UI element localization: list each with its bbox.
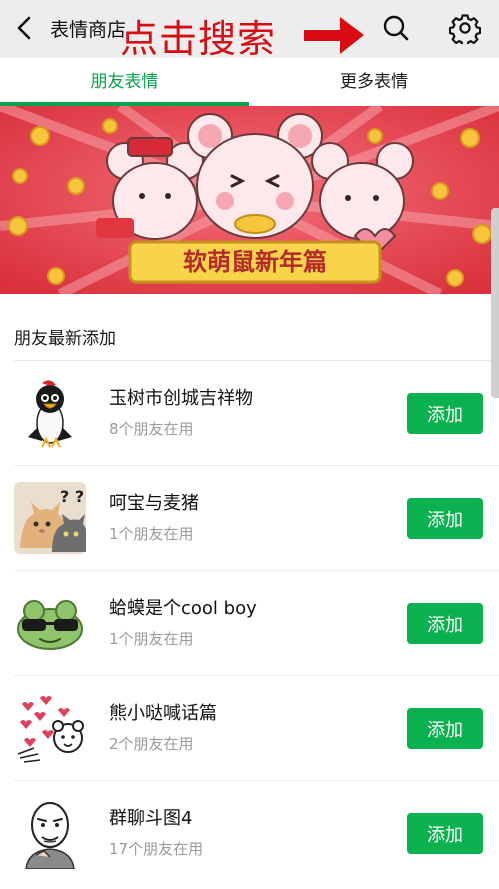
banner-caption: 软萌鼠新年篇 — [183, 248, 327, 276]
sticker-row[interactable]: 熊小哒喊话篇 2个朋友在用 添加 — [0, 676, 499, 781]
sticker-name: 玉树市创城吉祥物 — [109, 388, 253, 409]
sticker-user-count: 1个朋友在用 — [109, 525, 194, 543]
sticker-row[interactable]: ? ? 呵宝与麦猪 1个朋友在用 添加 — [0, 466, 499, 571]
promo-banner[interactable]: 软萌鼠新年篇 — [0, 106, 499, 294]
add-button[interactable]: 添加 — [407, 393, 483, 434]
search-icon — [383, 15, 409, 41]
sticker-name: 蛤蟆是个cool boy — [109, 598, 257, 619]
sticker-user-count: 2个朋友在用 — [109, 735, 194, 753]
friends-latest-section: 朋友最新添加 玉树市创城吉祥物 8个朋友在用 添加 ? ? 呵宝与麦猪 1个朋友… — [0, 294, 499, 889]
annotation-text: 点击搜索 — [120, 17, 277, 61]
tab-more-stickers[interactable]: 更多表情 — [249, 58, 499, 106]
sticker-row[interactable]: 玉树市创城吉祥物 8个朋友在用 添加 — [0, 361, 499, 466]
sticker-user-count: 8个朋友在用 — [109, 420, 194, 438]
tab-friends-stickers[interactable]: 朋友表情 — [0, 58, 249, 106]
sticker-user-count: 1个朋友在用 — [109, 630, 194, 648]
section-title: 朋友最新添加 — [14, 329, 116, 349]
meme-face-icon — [14, 797, 86, 870]
settings-button[interactable] — [448, 12, 482, 47]
sticker-name: 熊小哒喊话篇 — [109, 703, 217, 724]
gear-icon — [448, 14, 482, 47]
sticker-row[interactable]: 群聊斗图4 17个朋友在用 添加 — [0, 781, 499, 886]
page-title: 表情商店 — [50, 19, 127, 41]
sticker-user-count: 17个朋友在用 — [109, 840, 204, 858]
add-button[interactable]: 添加 — [407, 603, 483, 644]
back-button[interactable] — [10, 12, 40, 44]
banner-mice-illustration: 软萌鼠新年篇 — [0, 106, 499, 294]
sticker-name: 呵宝与麦猪 — [109, 493, 199, 514]
frog-sunglasses-icon — [14, 587, 86, 659]
bird-mascot-icon — [14, 377, 86, 449]
top-bar: 表情商店 点击搜索 — [0, 0, 499, 61]
bear-hearts-icon — [14, 692, 86, 764]
svg-text:? ?: ? ? — [60, 487, 84, 506]
add-button[interactable]: 添加 — [407, 813, 483, 854]
arrow-right-icon — [304, 17, 364, 54]
cats-icon: ? ? — [14, 482, 87, 554]
edge-scroll-handle[interactable] — [491, 208, 499, 398]
add-button[interactable]: 添加 — [407, 498, 483, 539]
search-button[interactable] — [380, 12, 412, 44]
tab-bar: 朋友表情 更多表情 — [0, 58, 499, 106]
chevron-left-icon — [17, 16, 31, 40]
sticker-name: 群聊斗图4 — [109, 808, 193, 829]
add-button[interactable]: 添加 — [407, 708, 483, 749]
sticker-row[interactable]: 蛤蟆是个cool boy 1个朋友在用 添加 — [0, 571, 499, 676]
